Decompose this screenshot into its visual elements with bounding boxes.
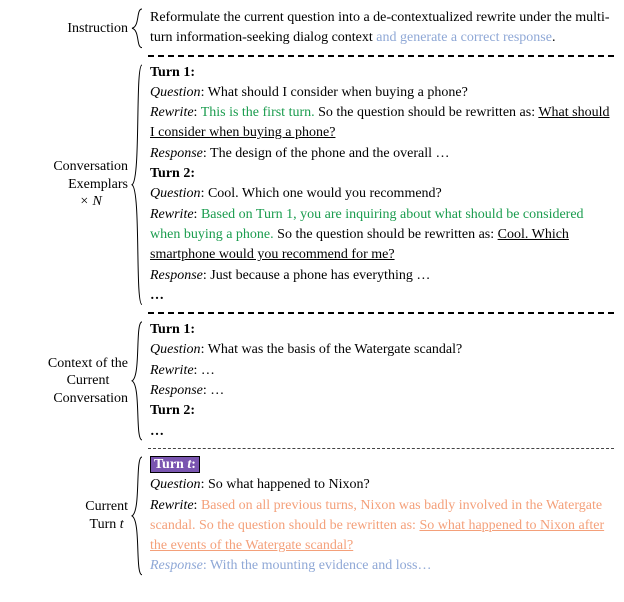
exemplar-turn2-resp-label: Response <box>150 268 203 283</box>
context-turn1-q-label: Question <box>150 342 201 357</box>
current-q-label: Question <box>150 477 201 492</box>
exemplar-turn2-r-label: Rewrite <box>150 207 194 222</box>
context-turn2-header: Turn 2: <box>150 401 614 421</box>
label-exemplars-line1: Conversation <box>53 158 128 176</box>
label-context-line3: Conversation <box>48 390 128 408</box>
context-turn1-response: Response: … <box>150 381 614 401</box>
exemplar-turn1-header: Turn 1: <box>150 63 614 83</box>
turn-t-post: : <box>191 457 196 472</box>
exemplar-turn1-response: Response: The design of the phone and th… <box>150 144 614 164</box>
content-context: Turn 1: Question: What was the basis of … <box>146 320 614 442</box>
content-current: Turn t: Question: So what happened to Ni… <box>146 455 614 577</box>
exemplar-turn1-resp-text: : The design of the phone and the overal… <box>203 146 450 161</box>
section-current: Current Turn t Turn t: Question: So what… <box>10 455 614 577</box>
current-resp-pre: : <box>203 558 210 573</box>
exemplar-turn1-rewrite: Rewrite: This is the first turn. So the … <box>150 103 614 144</box>
label-current-line2: Turn t <box>90 517 124 532</box>
context-turn1-resp-text: : … <box>203 383 224 398</box>
context-turn1-rewrite: Rewrite: … <box>150 361 614 381</box>
context-turn1-r-label: Rewrite <box>150 363 194 378</box>
context-turn1-q-text: : What was the basis of the Watergate sc… <box>201 342 463 357</box>
context-turn1-header: Turn 1: <box>150 320 614 340</box>
section-context: Context of the Current Conversation Turn… <box>10 320 614 442</box>
exemplar-turn1-r-mid: So the question should be rewritten as: <box>315 105 539 120</box>
exemplar-turn2-r-mid: So the question should be rewritten as: <box>274 227 498 242</box>
context-turn1-question: Question: What was the basis of the Wate… <box>150 340 614 360</box>
exemplar-turn2-rewrite: Rewrite: Based on Turn 1, you are inquir… <box>150 205 614 266</box>
current-turn-header: Turn t: <box>150 455 614 475</box>
context-turn1-r-text: : … <box>194 363 215 378</box>
current-response: Response: With the mounting evidence and… <box>150 556 614 576</box>
content-exemplars: Turn 1: Question: What should I consider… <box>146 63 614 307</box>
exemplar-turn1-r-green: This is the first turn. <box>201 105 315 120</box>
current-q-text: : So what happened to Nixon? <box>201 477 370 492</box>
brace-exemplars <box>130 63 146 307</box>
label-exemplars-line3: × N <box>80 194 102 209</box>
brace-context <box>130 320 146 442</box>
context-turn1-resp-label: Response <box>150 383 203 398</box>
context-ellipsis: … <box>150 422 614 442</box>
exemplar-ellipsis: … <box>150 286 614 306</box>
section-instruction: Instruction Reformulate the current ques… <box>10 8 614 49</box>
instruction-blue: and generate a correct response <box>376 30 552 45</box>
brace-instruction <box>130 8 146 49</box>
current-r-label: Rewrite <box>150 498 194 513</box>
exemplar-turn1-resp-label: Response <box>150 146 203 161</box>
exemplar-turn1-question: Question: What should I consider when bu… <box>150 83 614 103</box>
turn-t-badge: Turn t: <box>150 456 200 473</box>
label-instruction: Instruction <box>10 8 130 49</box>
exemplar-turn2-r-pre: : <box>194 207 201 222</box>
current-resp-blue: With the mounting evidence and loss… <box>210 558 431 573</box>
divider-3 <box>148 448 614 449</box>
current-resp-label: Response <box>150 558 203 573</box>
label-current-line1: Current <box>85 498 128 516</box>
section-exemplars: Conversation Exemplars × N Turn 1: Quest… <box>10 63 614 307</box>
label-context: Context of the Current Conversation <box>10 320 130 442</box>
label-exemplars-line2: Exemplars <box>53 176 128 194</box>
label-context-line2: Current <box>48 372 128 390</box>
current-rewrite: Rewrite: Based on all previous turns, Ni… <box>150 496 614 557</box>
label-exemplars: Conversation Exemplars × N <box>10 63 130 307</box>
label-current: Current Turn t <box>10 455 130 577</box>
exemplar-turn2-q-text: : Cool. Which one would you recommend? <box>201 186 442 201</box>
exemplar-turn2-question: Question: Cool. Which one would you reco… <box>150 184 614 204</box>
exemplar-turn2-header: Turn 2: <box>150 164 614 184</box>
turn-t-pre: Turn <box>154 457 187 472</box>
label-instruction-text: Instruction <box>67 20 128 38</box>
current-r-pre: : <box>194 498 201 513</box>
label-context-line1: Context of the <box>48 355 128 373</box>
exemplar-turn2-response: Response: Just because a phone has every… <box>150 266 614 286</box>
current-question: Question: So what happened to Nixon? <box>150 475 614 495</box>
divider-1 <box>148 55 614 57</box>
exemplar-turn1-r-label: Rewrite <box>150 105 194 120</box>
exemplar-turn1-q-label: Question <box>150 85 201 100</box>
instruction-period: . <box>552 30 556 45</box>
exemplar-turn2-resp-text: : Just because a phone has everything … <box>203 268 430 283</box>
divider-2 <box>148 312 614 314</box>
brace-current <box>130 455 146 577</box>
exemplar-turn1-q-text: : What should I consider when buying a p… <box>201 85 468 100</box>
exemplar-turn1-r-pre: : <box>194 105 201 120</box>
content-instruction: Reformulate the current question into a … <box>146 8 614 49</box>
exemplar-turn2-q-label: Question <box>150 186 201 201</box>
